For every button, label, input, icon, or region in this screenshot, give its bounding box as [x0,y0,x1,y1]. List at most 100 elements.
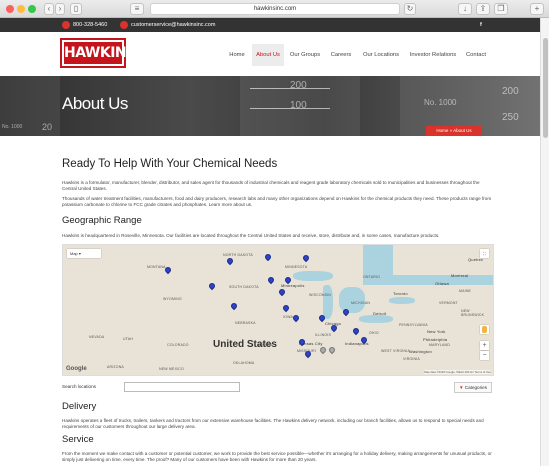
locations-map[interactable]: Map ▾ ⛶ NORTH DAKOTA MONTANA MINNESOTA S… [62,244,494,376]
forward-button[interactable]: › [55,3,65,15]
phone-contact[interactable]: 800-328-5460 [62,18,107,32]
hawkins-logo[interactable]: HAWKINS [60,38,136,68]
page-scrollbar[interactable] [540,18,549,466]
categories-label: Categories [464,385,488,390]
new-tab-icon[interactable]: + [530,3,544,15]
map-label: VERMONT [439,301,458,305]
map-attribution[interactable]: Map data ©2018 Google, INEGI 200 km Term… [424,370,491,374]
intro-paragraph: Hawkins is a formulator, manufacturer, b… [62,180,480,192]
filter-icon: ▼ [458,385,464,390]
map-label: OHIO [369,331,379,335]
graduation-mark: 20 [42,122,53,132]
browser-toolbar: ‹ › ▯ ≡ hawkinsinc.com ↻ ↓ ⇪ ❐ + [0,0,549,18]
site-header: HAWKINS Home About Us Our Groups Careers… [0,32,540,76]
back-button[interactable]: ‹ [44,3,54,15]
lake-superior [293,271,333,281]
service-text: From the moment we make contact with a c… [62,451,492,463]
graduation-mark: 100 [290,100,307,111]
beaker-label: No. 1000 [2,124,23,130]
tabs-icon[interactable]: ❐ [494,3,508,15]
section-heading: Ready To Help With Your Chemical Needs [62,158,278,170]
contact-bar: 800-328-5460 customerservice@hawkinsinc.… [0,18,540,32]
map-label: ARIZONA [107,365,124,369]
page-title: About Us [62,94,128,113]
map-city-label: Quebec [468,257,484,262]
nav-home[interactable]: Home [224,44,250,66]
map-city-label: Detroit [373,311,387,316]
beaker-label: No. 1000 [424,98,457,107]
map-label: IOWA [283,315,294,319]
categories-button[interactable]: ▼ Categories [454,382,492,393]
minimize-window-button[interactable] [17,5,25,13]
zoom-in-button[interactable]: + [480,341,489,350]
email-icon [120,20,128,29]
street-view-pegman-icon[interactable] [480,325,489,334]
map-city-label: Minneapolis [281,283,305,288]
map-label: UTAH [123,337,134,341]
nav-careers[interactable]: Careers [326,44,356,66]
lake-erie [359,315,393,323]
email-address: customerservice@hawkinsinc.com [131,22,216,28]
search-locations-input[interactable] [124,382,240,392]
delivery-heading: Delivery [62,401,97,412]
nav-contact[interactable]: Contact [462,44,490,66]
nav-about-us[interactable]: About Us [252,44,284,66]
graduation-mark: 200 [290,80,307,91]
map-city-label: Montreal [451,273,469,278]
download-icon[interactable]: ↓ [458,3,472,15]
facebook-icon[interactable]: f [480,18,482,32]
reader-icon[interactable]: ≡ [130,3,144,15]
map-label: VIRGINIA [403,357,420,361]
service-heading: Service [62,434,94,445]
map-label: WYOMING [163,297,182,301]
map-city-label: Philadelphia [423,337,448,342]
michigan-peninsula [315,281,323,319]
search-locations-label: Search locations [62,384,96,389]
breadcrumb[interactable]: Home » About Us [426,126,482,136]
phone-icon [62,20,70,29]
delivery-text: Hawkins operates a fleet of trucks, trai… [62,418,484,430]
map-city-label: Ottawa [435,281,449,286]
map-label: NEW MEXICO [159,367,184,371]
map-type-select[interactable]: Map ▾ [67,249,101,258]
zoom-window-button[interactable] [28,5,36,13]
sidebar-icon[interactable]: ▯ [70,3,82,15]
map-label: WISCONSIN [309,293,332,297]
close-window-button[interactable] [6,5,14,13]
map-city-label: Washington [409,349,432,354]
nav-our-locations[interactable]: Our Locations [359,44,403,66]
map-label: OKLAHOMA [233,361,255,365]
map-city-label: New York [427,329,446,334]
map-label: NEW BRUNSWICK [461,309,485,317]
reload-icon[interactable]: ↻ [404,3,416,15]
geographic-range-heading: Geographic Range [62,215,142,226]
map-label: MINNESOTA [285,265,308,269]
nav-our-groups[interactable]: Our Groups [287,44,323,66]
map-label: MICHIGAN [351,301,371,305]
google-logo: Google [66,366,87,372]
location-search-row: Search locations ▼ Categories [62,382,494,394]
map-label: COLORADO [167,343,189,347]
map-label: PENNSYLVANIA [399,323,428,327]
map-country-label: United States [213,339,277,350]
map-label: MARYLAND [429,343,450,347]
products-paragraph: Thousands of water treatment facilities,… [62,196,492,208]
map-label: MONTANA [147,265,166,269]
map-type-label: Map [70,251,78,256]
graduation-mark: 200 [502,86,519,97]
nav-investor-relations[interactable]: Investor Relations [406,44,460,66]
hero-banner: 200 100 No. 1000 200 250 No. 1000 20 Abo… [0,76,540,136]
map-label: ILLINOIS [315,333,331,337]
logo-text: HAWKINS [64,42,136,64]
email-contact[interactable]: customerservice@hawkinsinc.com [120,18,215,32]
map-label: NEBRASKA [235,321,256,325]
zoom-out-button[interactable]: − [480,351,489,360]
map-label: NEVADA [89,335,105,339]
scrollbar-thumb[interactable] [543,38,548,138]
map-label: SOUTH DAKOTA [229,285,259,289]
url-text: hawkinsinc.com [253,6,297,12]
graduation-mark: 250 [502,112,519,123]
address-bar[interactable]: hawkinsinc.com [150,3,400,15]
share-icon[interactable]: ⇪ [476,3,490,15]
lake-ontario [389,297,415,304]
